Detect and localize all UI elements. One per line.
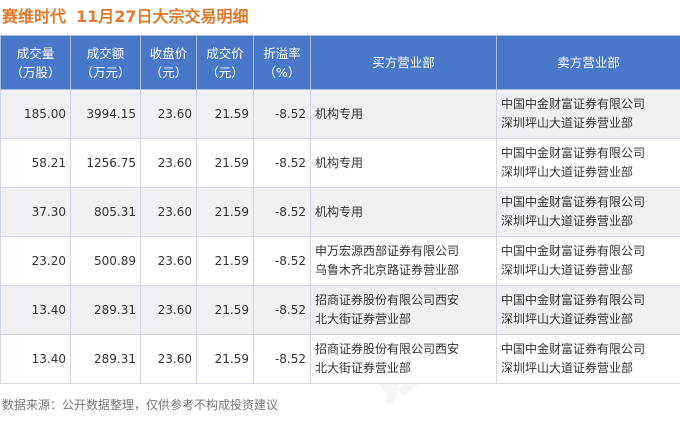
cell-amount: 3994.15 bbox=[71, 90, 141, 139]
cell-buyer-branch: 招商证券股份有限公司西安 北大街证券营业部 bbox=[311, 286, 497, 335]
cell-amount: 289.31 bbox=[71, 335, 141, 384]
column-header-amount: 成交额 （万元） bbox=[71, 36, 141, 90]
column-header-volume: 成交量 （万股） bbox=[1, 36, 71, 90]
cell-volume: 23.20 bbox=[1, 237, 71, 286]
cell-close-price: 23.60 bbox=[141, 90, 197, 139]
cell-deal-price: 21.59 bbox=[197, 90, 254, 139]
table-row: 37.30805.3123.6021.59-8.52机构专用中国中金财富证券有限… bbox=[1, 188, 680, 237]
table-body: 185.003994.1523.6021.59-8.52机构专用中国中金财富证券… bbox=[1, 90, 680, 384]
cell-deal-price: 21.59 bbox=[197, 139, 254, 188]
column-header-close-price: 收盘价 （元） bbox=[141, 36, 197, 90]
cell-seller-branch: 中国中金财富证券有限公司 深圳坪山大道证券营业部 bbox=[497, 286, 680, 335]
cell-close-price: 23.60 bbox=[141, 237, 197, 286]
cell-buyer-branch: 招商证券股份有限公司西安 北大街证券营业部 bbox=[311, 335, 497, 384]
cell-amount: 500.89 bbox=[71, 237, 141, 286]
cell-close-price: 23.60 bbox=[141, 139, 197, 188]
column-header-buyer-branch: 买方营业部 bbox=[311, 36, 497, 90]
cell-premium-rate: -8.52 bbox=[254, 286, 311, 335]
cell-premium-rate: -8.52 bbox=[254, 335, 311, 384]
block-trade-table: 成交量 （万股）成交额 （万元）收盘价 （元）成交价 （元）折溢率 （%）买方营… bbox=[0, 35, 680, 384]
table-row: 13.40289.3123.6021.59-8.52招商证券股份有限公司西安 北… bbox=[1, 286, 680, 335]
cell-amount: 289.31 bbox=[71, 286, 141, 335]
table-row: 58.211256.7523.6021.59-8.52机构专用中国中金财富证券有… bbox=[1, 139, 680, 188]
cell-deal-price: 21.59 bbox=[197, 237, 254, 286]
table-header-row: 成交量 （万股）成交额 （万元）收盘价 （元）成交价 （元）折溢率 （%）买方营… bbox=[1, 36, 680, 90]
cell-volume: 185.00 bbox=[1, 90, 71, 139]
cell-seller-branch: 中国中金财富证券有限公司 深圳坪山大道证券营业部 bbox=[497, 188, 680, 237]
cell-volume: 37.30 bbox=[1, 188, 71, 237]
table-row: 13.40289.3123.6021.59-8.52招商证券股份有限公司西安 北… bbox=[1, 335, 680, 384]
cell-buyer-branch: 机构专用 bbox=[311, 90, 497, 139]
cell-volume: 58.21 bbox=[1, 139, 71, 188]
cell-amount: 805.31 bbox=[71, 188, 141, 237]
column-header-seller-branch: 卖方营业部 bbox=[497, 36, 680, 90]
cell-close-price: 23.60 bbox=[141, 286, 197, 335]
cell-seller-branch: 中国中金财富证券有限公司 深圳坪山大道证券营业部 bbox=[497, 237, 680, 286]
column-header-premium-rate: 折溢率 （%） bbox=[254, 36, 311, 90]
cell-seller-branch: 中国中金财富证券有限公司 深圳坪山大道证券营业部 bbox=[497, 90, 680, 139]
cell-deal-price: 21.59 bbox=[197, 286, 254, 335]
cell-premium-rate: -8.52 bbox=[254, 188, 311, 237]
cell-buyer-branch: 机构专用 bbox=[311, 139, 497, 188]
data-source-note: 数据来源：公开数据整理，仅供参考不构成投资建议 bbox=[2, 396, 278, 413]
page-title: 赛维时代 11月27日大宗交易明细 bbox=[0, 0, 680, 30]
cell-volume: 13.40 bbox=[1, 286, 71, 335]
cell-premium-rate: -8.52 bbox=[254, 90, 311, 139]
cell-deal-price: 21.59 bbox=[197, 188, 254, 237]
cell-close-price: 23.60 bbox=[141, 188, 197, 237]
table-row: 23.20500.8923.6021.59-8.52申万宏源西部证券有限公司 乌… bbox=[1, 237, 680, 286]
cell-deal-price: 21.59 bbox=[197, 335, 254, 384]
cell-buyer-branch: 机构专用 bbox=[311, 188, 497, 237]
cell-seller-branch: 中国中金财富证券有限公司 深圳坪山大道证券营业部 bbox=[497, 139, 680, 188]
cell-close-price: 23.60 bbox=[141, 335, 197, 384]
cell-buyer-branch: 申万宏源西部证券有限公司 乌鲁木齐北京路证券营业部 bbox=[311, 237, 497, 286]
column-header-deal-price: 成交价 （元） bbox=[197, 36, 254, 90]
cell-seller-branch: 中国中金财富证券有限公司 深圳坪山大道证券营业部 bbox=[497, 335, 680, 384]
cell-premium-rate: -8.52 bbox=[254, 237, 311, 286]
table-row: 185.003994.1523.6021.59-8.52机构专用中国中金财富证券… bbox=[1, 90, 680, 139]
cell-amount: 1256.75 bbox=[71, 139, 141, 188]
cell-premium-rate: -8.52 bbox=[254, 139, 311, 188]
stock-name: 赛维时代 bbox=[2, 3, 66, 27]
cell-volume: 13.40 bbox=[1, 335, 71, 384]
date-label: 11月27日大宗交易明细 bbox=[76, 3, 249, 27]
